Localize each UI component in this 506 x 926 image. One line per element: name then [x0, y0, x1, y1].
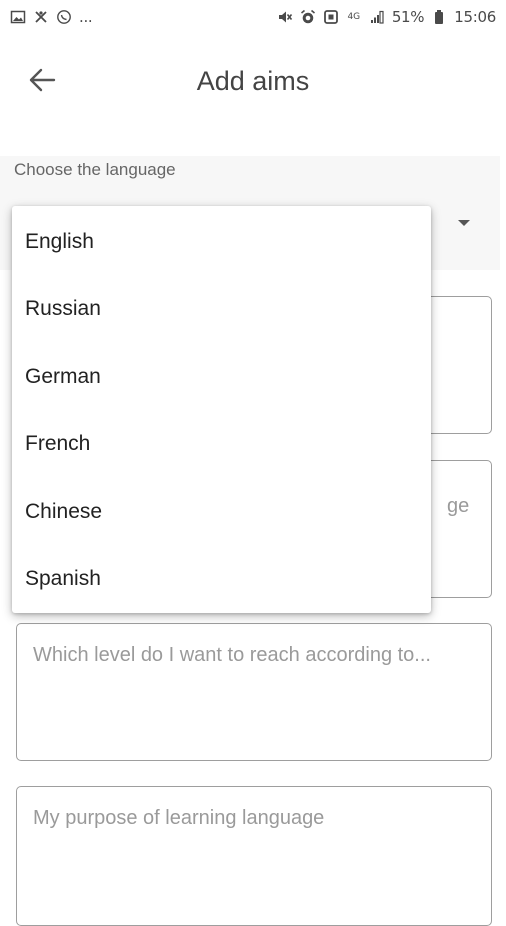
level-input[interactable]: [17, 624, 491, 760]
image-icon: [10, 9, 26, 25]
page-title: Add aims: [196, 66, 310, 96]
language-option-spanish[interactable]: Spanish: [12, 546, 431, 614]
language-select-label: Choose the language: [14, 160, 176, 179]
level-field[interactable]: [16, 623, 492, 761]
sync-icon: [33, 9, 49, 25]
language-option-german[interactable]: German: [12, 343, 431, 411]
language-option-chinese[interactable]: Chinese: [12, 478, 431, 546]
purpose-input[interactable]: [17, 787, 491, 925]
signal-icon: [369, 9, 385, 25]
battery-percent: 51%: [391, 8, 425, 26]
status-ellipsis: ...: [79, 8, 93, 26]
aim-field-2-placeholder: ge: [447, 495, 470, 517]
language-option-russian[interactable]: Russian: [12, 276, 431, 344]
app-bar: Add aims: [0, 44, 506, 116]
network-type-label: 4G: [347, 11, 361, 22]
language-option-english[interactable]: English: [12, 208, 431, 276]
whatsapp-icon: [56, 9, 72, 25]
status-bar-left: ...: [10, 8, 93, 26]
battery-icon: [431, 9, 447, 25]
data-icon: 4G: [346, 9, 362, 25]
status-bar-right: 4G 51% 15:06: [277, 8, 496, 26]
status-bar: ... 4G 51% 15:06: [0, 0, 506, 34]
nfc-icon: [323, 9, 339, 25]
purpose-field[interactable]: [16, 786, 492, 926]
dropdown-arrow-icon[interactable]: [458, 220, 470, 226]
status-time: 15:06: [454, 8, 496, 26]
language-option-french[interactable]: French: [12, 411, 431, 479]
language-dropdown-menu: English Russian German French Chinese Sp…: [12, 206, 431, 613]
mute-icon: [277, 9, 293, 25]
alarm-icon: [300, 9, 316, 25]
